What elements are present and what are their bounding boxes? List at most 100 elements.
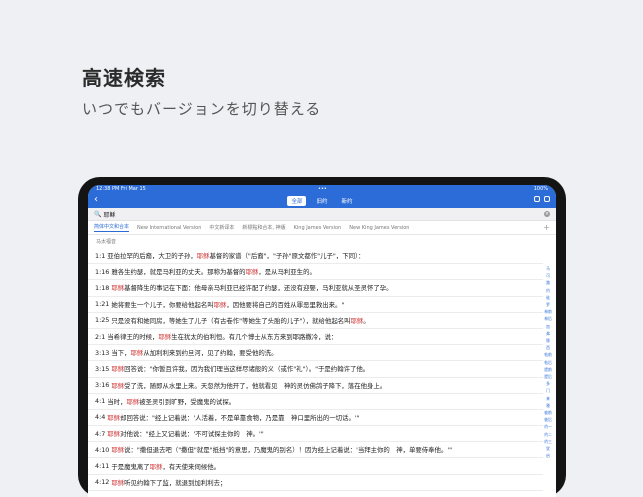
book-index-item[interactable]: 约一 xyxy=(544,423,552,430)
highlighted-term: 耶稣 xyxy=(149,462,163,471)
verse-text: 当希律王的时候， xyxy=(107,333,159,342)
highlighted-term: 耶稣 xyxy=(158,333,172,342)
result-row[interactable]: 4:7 耶稣 对他说："经上又记着说：'不可试探主你的 神。'" xyxy=(88,426,543,443)
tablet-frame: 12:38 PM Fri Mar 15 ••• 100% ‹ 全部 旧约 新约 🔍 … xyxy=(78,177,566,497)
segment-tab[interactable]: 全部 xyxy=(287,195,307,206)
settings-icon[interactable] xyxy=(544,196,550,202)
highlighted-term: 耶稣 xyxy=(130,349,144,358)
clear-search-icon[interactable]: × xyxy=(544,211,550,217)
book-index-item[interactable]: 罗 xyxy=(546,301,550,308)
version-tab[interactable]: 新標點和合本, 神版 xyxy=(242,224,285,231)
verse-text: 她将要生一个儿子，你要给他起名叫 xyxy=(111,300,214,309)
book-index-item[interactable]: 门 xyxy=(546,387,550,394)
result-row[interactable]: 1:25 只是没有和她同房，等她生了儿子（有古卷作"等她生了头胎的儿子"），就给他… xyxy=(88,313,543,329)
version-tab[interactable]: 中文新译本 xyxy=(209,224,234,231)
book-index-item[interactable]: 腓 xyxy=(546,337,550,344)
result-row[interactable]: 4:11 于是魔鬼离了 耶稣 ，有天使来伺候他。 xyxy=(88,458,543,475)
verse-reference: 1:25 xyxy=(95,316,110,325)
status-time: 12:38 PM xyxy=(96,186,120,192)
verse-text: 听见约翰下了监，就退到加利利去； xyxy=(124,478,227,487)
back-chevron-icon[interactable]: ‹ xyxy=(94,194,98,205)
book-index-item[interactable]: 徒 xyxy=(546,294,550,301)
book-index-item[interactable]: 提后 xyxy=(544,373,552,380)
verse-text: 雅各生约瑟，就是马利亚的丈夫。那称为基督的 xyxy=(111,268,246,277)
verse-text: 回答说："你暂且许我，因为我们理当这样尽诸般的义（或作"礼"）。"于是约翰许了他… xyxy=(124,365,370,374)
app-screen: 12:38 PM Fri Mar 15 ••• 100% ‹ 全部 旧约 新约 🔍 … xyxy=(88,185,556,497)
result-row[interactable]: 4:4 耶稣 却回答说："经上记着说：'人活着，不是单靠食物，乃是靠 神口里所出的一… xyxy=(88,410,543,427)
book-index-item[interactable]: 可 xyxy=(546,272,550,279)
segment-tab[interactable]: 新约 xyxy=(338,196,357,206)
result-row[interactable]: 4:12 耶稣 听见约翰下了监，就退到加利利去； xyxy=(88,475,543,491)
verse-text: 从加利利来到约旦河，见了约翰，要受他的洗。 xyxy=(143,349,278,358)
version-tab[interactable]: New International Version xyxy=(137,225,201,231)
add-version-icon[interactable]: + xyxy=(543,223,550,232)
book-index-item[interactable]: 多 xyxy=(546,380,550,387)
result-row[interactable]: 4:1 当时， 耶稣 被圣灵引到旷野，受魔鬼的试探。 xyxy=(88,394,543,410)
share-icon[interactable] xyxy=(534,196,540,202)
result-row[interactable]: 3:15 耶稣 回答说："你暂且许我，因为我们理当这样尽诸般的义（或作"礼"）。"于… xyxy=(88,361,543,378)
verse-text: 只是没有和她同房，等她生了儿子（有古卷作"等她生了头胎的儿子"），就给他起名叫 xyxy=(111,316,351,325)
status-dots: ••• xyxy=(318,186,327,192)
book-index-item[interactable]: 提前 xyxy=(544,366,552,373)
book-index-item[interactable]: 马 xyxy=(546,265,550,272)
highlighted-term: 耶稣 xyxy=(213,300,227,309)
verse-reference: 3:16 xyxy=(95,381,110,390)
result-row[interactable]: 1:18 耶稣 基督降生的事记在下面：他母亲马利亚已经许配了约瑟，还没有迎娶，马利亚… xyxy=(88,280,543,297)
book-index-item[interactable]: 启 xyxy=(546,452,550,459)
version-tabs: 简体中文和合本 New International Version 中文新译本 新標點… xyxy=(88,221,556,235)
book-index-item[interactable]: 彼后 xyxy=(544,416,552,423)
segment-tab[interactable]: 旧约 xyxy=(312,196,331,206)
highlighted-term: 耶稣 xyxy=(111,284,125,293)
result-row[interactable]: 1:1 亚伯拉罕的后裔，大卫的子孙， 耶稣 基督的家谱（"后裔"，"子孙"原文都作"儿… xyxy=(88,248,543,265)
book-index-bar: 马可路约徒罗林前 林后加弗腓西帖前 帖后 提前 提后多门来雅彼前 彼后 约一 约二 约三犹启 xyxy=(542,265,554,459)
status-battery: 100% xyxy=(533,186,548,192)
verse-reference: 1:18 xyxy=(95,283,110,292)
book-index-item[interactable]: 路 xyxy=(546,279,550,286)
nav-actions xyxy=(534,196,550,202)
verse-text: 生在犹太的伯利恒。有几个博士从东方来到耶路撒冷，说： xyxy=(171,333,338,342)
verse-reference: 4:1 xyxy=(95,397,106,406)
book-index-item[interactable]: 彼前 xyxy=(544,409,552,416)
result-row[interactable]: 1:21 她将要生一个儿子，你要给他起名叫 耶稣 ，因他要将自己的百姓从罪恶里救出来。… xyxy=(88,297,543,313)
testament-segmented-control: 全部 旧约 新约 xyxy=(287,195,357,206)
version-tab[interactable]: King James Version xyxy=(294,225,342,231)
book-index-item[interactable]: 林后 xyxy=(544,315,552,322)
book-index-item[interactable]: 约三 xyxy=(544,438,552,445)
status-date: Fri Mar 15 xyxy=(120,186,146,192)
book-index-item[interactable]: 雅 xyxy=(546,402,550,409)
book-index-item[interactable]: 约 xyxy=(546,287,550,294)
verse-reference: 4:10 xyxy=(95,445,110,454)
verse-text: 被圣灵引到旷野，受魔鬼的试探。 xyxy=(139,397,236,406)
version-tab[interactable]: New King James Version xyxy=(349,225,409,231)
book-index-item[interactable]: 西 xyxy=(546,344,550,351)
version-tab[interactable]: 简体中文和合本 xyxy=(94,223,130,232)
result-row[interactable]: 4:10 耶稣 说："撒但退去吧（"撒但"就是"抵挡"的意思，乃魔鬼的别名）！因为经… xyxy=(88,442,543,459)
verse-text: 却回答说："经上记着说：'人活着，不是单靠食物，乃是靠 神口里所出的一切话。'" xyxy=(120,413,360,422)
search-results-list: 1:1 亚伯拉罕的后裔，大卫的子孙， 耶稣 基督的家谱（"后裔"，"子孙"原文都作"儿… xyxy=(88,248,543,491)
verse-text: 亚伯拉罕的后裔，大卫的子孙， xyxy=(107,252,197,261)
result-row[interactable]: 3:16 耶稣 受了洗，随即从水里上来。天忽然为他开了，他就看见 神的灵仿佛鸽子降下… xyxy=(88,378,543,394)
verse-text: ，因他要将自己的百姓从罪恶里救出来。" xyxy=(226,300,345,309)
result-row[interactable]: 1:16 雅各生约瑟，就是马利亚的丈夫。那称为基督的 耶稣 ，是从马利亚生的。 xyxy=(88,264,543,281)
result-row[interactable]: 2:1 当希律王的时候， 耶稣 生在犹太的伯利恒。有几个博士从东方来到耶路撒冷，说： xyxy=(88,329,543,346)
verse-text: 受了洗，随即从水里上来。天忽然为他开了，他就看见 神的灵仿佛鸽子降下，落在他身上… xyxy=(124,381,387,390)
verse-reference: 1:1 xyxy=(95,251,106,260)
book-index-item[interactable]: 约二 xyxy=(544,431,552,438)
search-input[interactable]: 耶稣 xyxy=(103,210,115,219)
book-index-item[interactable]: 帖前 xyxy=(544,351,552,358)
book-index-item[interactable]: 林前 xyxy=(544,308,552,315)
book-index-item[interactable]: 帖后 xyxy=(544,359,552,366)
highlighted-term: 耶稣 xyxy=(107,430,121,439)
status-bar: 12:38 PM Fri Mar 15 ••• 100% xyxy=(88,185,556,193)
search-bar[interactable]: 🔍 耶稣 × xyxy=(88,208,556,221)
verse-reference: 4:7 xyxy=(95,429,106,438)
book-index-item[interactable]: 加 xyxy=(546,323,550,330)
result-row[interactable]: 3:13 当下， 耶稣 从加利利来到约旦河，见了约翰，要受他的洗。 xyxy=(88,345,543,362)
book-index-item[interactable]: 来 xyxy=(546,395,550,402)
book-index-item[interactable]: 弗 xyxy=(546,330,550,337)
highlighted-term: 耶稣 xyxy=(111,478,125,487)
book-index-item[interactable]: 犹 xyxy=(546,445,550,452)
highlighted-term: 耶稣 xyxy=(107,413,121,422)
highlighted-term: 耶稣 xyxy=(111,381,125,390)
verse-reference: 3:13 xyxy=(95,348,110,357)
